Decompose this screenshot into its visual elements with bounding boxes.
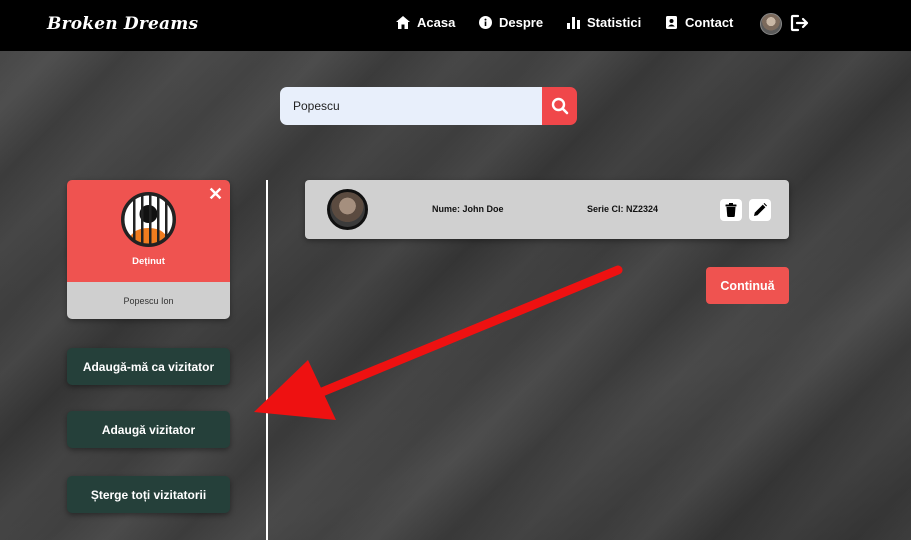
delete-all-visitors-button[interactable]: Șterge toți vizitatorii [67,476,230,513]
add-me-as-visitor-button[interactable]: Adaugă-mă ca vizitator [67,348,230,385]
search-button[interactable] [542,87,577,125]
add-visitor-button[interactable]: Adaugă vizitator [67,411,230,448]
brand-logo[interactable]: Broken Dreams [47,14,198,34]
nav-about-label: Despre [499,15,544,30]
stats-icon [567,16,580,29]
search-bar [280,87,577,125]
nav-contact-label: Contact [685,15,734,30]
edit-icon [754,203,767,216]
search-icon [551,97,568,115]
contact-icon [666,16,677,29]
inmate-name: Popescu Ion [67,282,230,319]
nav-about[interactable]: Despre [479,15,543,30]
nav-stats[interactable]: Statistici [567,15,641,30]
continue-button[interactable]: Continuă [706,267,789,304]
nav-stats-label: Statistici [587,15,642,30]
nav-home[interactable]: Acasa [396,15,455,30]
visitor-avatar [327,189,368,230]
user-avatar[interactable] [760,13,782,35]
trash-icon [725,203,737,217]
inmate-card: ✕ Deținut Popescu Ion [67,180,230,319]
delete-visitor-button[interactable] [720,199,742,221]
logout-icon[interactable] [790,14,810,32]
nav-contact[interactable]: Contact [666,15,733,30]
prisoner-icon [121,192,176,247]
info-icon [479,16,492,29]
inmate-card-header: ✕ Deținut [67,180,230,282]
inmate-role-label: Deținut [132,256,165,267]
nav-home-label: Acasa [417,15,456,30]
visitor-card: Nume: John Doe Serie CI: NZ2324 [305,180,789,239]
edit-visitor-button[interactable] [749,199,771,221]
close-icon[interactable]: ✕ [208,185,223,203]
visitor-id-series: Serie CI: NZ2324 [587,204,659,214]
vertical-divider [266,180,268,540]
search-input[interactable] [280,87,542,125]
visitor-name: Nume: John Doe [432,204,504,214]
navbar: Broken Dreams Acasa Despre Statistici Co… [0,0,911,51]
home-icon [396,16,410,29]
